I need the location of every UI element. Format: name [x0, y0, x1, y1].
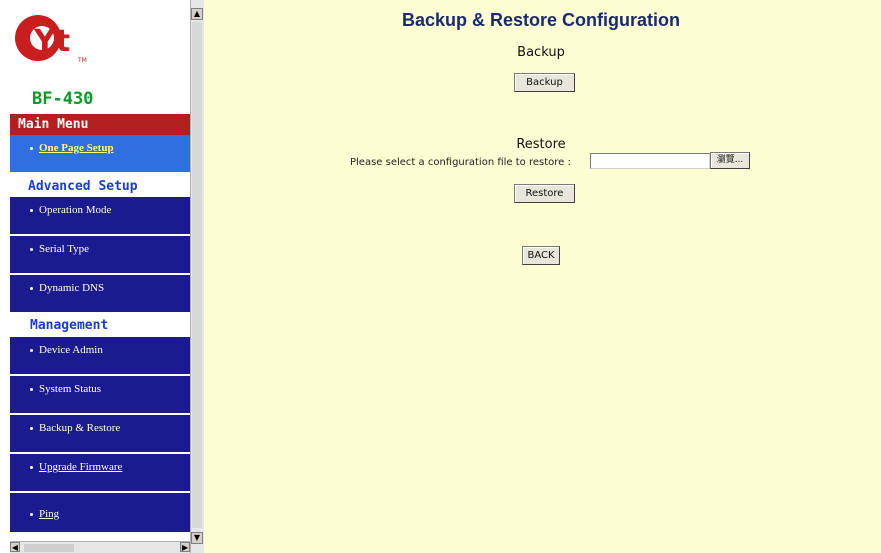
sidebar-item-label: Dynamic DNS	[39, 282, 105, 294]
main-menu-header: Main Menu	[10, 114, 190, 135]
bullet-icon	[30, 146, 33, 150]
bullet-icon	[30, 247, 33, 251]
sidebar-item-dynamic-dns[interactable]: Dynamic DNS	[10, 275, 190, 314]
config-file-input[interactable]	[590, 153, 710, 169]
svg-text:TM: TM	[77, 57, 87, 64]
navigation-frame: Yt TM BF-430 Main Menu One Page Setup Ad…	[0, 0, 204, 553]
browse-button[interactable]: 瀏覽...	[710, 152, 750, 169]
model-name: BF-430	[32, 89, 94, 109]
sidebar-item-ping[interactable]: Ping	[10, 493, 190, 534]
backup-heading: Backup	[517, 45, 565, 60]
sidebar-item-label[interactable]: Upgrade Firmware	[39, 461, 122, 473]
sidebar-item-operation-mode[interactable]: Operation Mode	[10, 197, 190, 236]
sidebar-item-label[interactable]: One Page Setup	[39, 142, 114, 154]
vertical-scrollbar[interactable]: ▲ ▼	[190, 0, 204, 553]
sidebar-item-label: Operation Mode	[39, 204, 112, 216]
sidebar-item-one-page-setup[interactable]: One Page Setup	[10, 135, 190, 174]
bullet-icon	[30, 348, 33, 352]
scroll-down-icon[interactable]: ▼	[191, 532, 203, 544]
sidebar-item-label: System Status	[39, 383, 102, 395]
sidebar-item-label: Serial Type	[39, 243, 90, 255]
company-logo: Yt TM	[12, 8, 102, 70]
scroll-left-icon[interactable]: ◀	[10, 542, 20, 552]
sidebar-item-device-admin[interactable]: Device Admin	[10, 337, 190, 376]
sidebar-item-label[interactable]: Ping	[39, 508, 59, 520]
bullet-icon	[30, 426, 33, 430]
bullet-icon	[30, 465, 33, 469]
content-frame: Backup & Restore Configuration Backup Ba…	[204, 0, 881, 553]
svg-text:Yt: Yt	[33, 24, 70, 59]
bullet-icon	[30, 286, 33, 290]
bullet-icon	[30, 387, 33, 391]
page-title: Backup & Restore Configuration	[401, 10, 681, 30]
sidebar-item-system-status[interactable]: System Status	[10, 376, 190, 415]
sidebar-item-upgrade-firmware[interactable]: Upgrade Firmware	[10, 454, 190, 493]
backup-button[interactable]: Backup	[514, 73, 575, 92]
management-header: Management	[30, 318, 109, 333]
back-button[interactable]: BACK	[522, 246, 560, 265]
restore-heading: Restore	[516, 137, 566, 152]
bullet-icon	[30, 208, 33, 212]
sidebar-item-serial-type[interactable]: Serial Type	[10, 236, 190, 275]
sidebar-item-backup-restore[interactable]: Backup & Restore	[10, 415, 190, 454]
scroll-right-icon[interactable]: ▶	[180, 542, 190, 552]
sidebar-item-label: Device Admin	[39, 344, 103, 356]
advanced-setup-header: Advanced Setup	[28, 179, 138, 194]
bullet-icon	[30, 512, 33, 516]
scroll-up-icon[interactable]: ▲	[191, 8, 203, 20]
horizontal-scrollbar[interactable]: ◀ ▶	[10, 541, 190, 553]
restore-button[interactable]: Restore	[514, 184, 575, 203]
sidebar-item-label: Backup & Restore	[39, 422, 121, 434]
scrollbar-thumb[interactable]	[192, 22, 202, 528]
restore-prompt-label: Please select a configuration file to re…	[350, 157, 571, 168]
scrollbar-thumb[interactable]	[24, 544, 74, 552]
